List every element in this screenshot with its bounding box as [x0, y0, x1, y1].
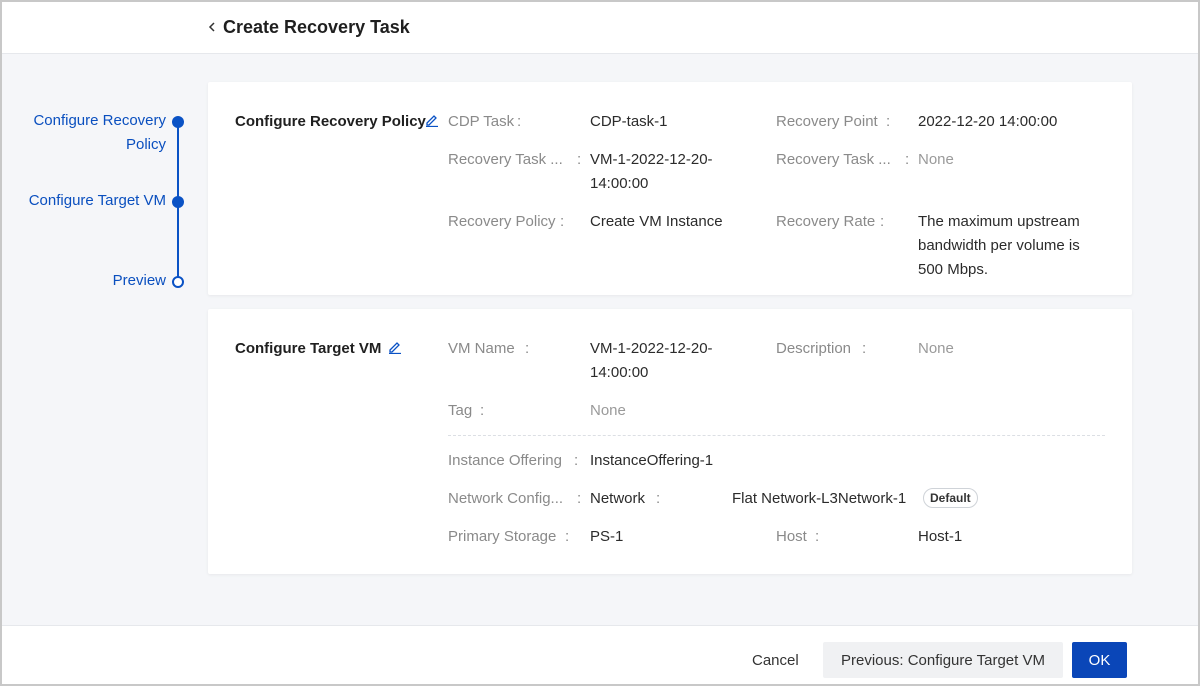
primary-storage-label: Primary Storage — [448, 528, 557, 545]
recovery-task-desc-value: None — [918, 151, 954, 168]
value-line: VM-1-2022-12-20- — [590, 340, 713, 357]
recovery-policy-card: Configure Recovery Policy CDP Task : CDP… — [208, 82, 1132, 295]
colon: : — [815, 528, 820, 545]
cdp-task-value: CDP-task-1 — [590, 113, 668, 130]
host-label: Host — [776, 528, 807, 545]
value-line: The maximum upstream — [918, 213, 1080, 230]
tag-label: Tag — [448, 402, 473, 419]
colon: : — [565, 528, 570, 545]
host-value: Host-1 — [918, 528, 963, 545]
recovery-policy-label: Recovery Policy — [448, 213, 556, 230]
chevron-left-icon[interactable] — [204, 16, 220, 38]
edit-icon[interactable] — [425, 113, 439, 127]
colon: : — [862, 340, 867, 357]
recovery-task-desc-label: Recovery Task ... — [776, 151, 891, 168]
target-vm-card: Configure Target VM VM Name : VM-1-2022-… — [208, 309, 1132, 574]
step-dot-recovery-policy — [172, 116, 184, 128]
value-line: VM-1-2022-12-20- — [590, 151, 713, 168]
step-configure-recovery-policy[interactable]: Configure Recovery Policy — [33, 109, 166, 157]
value-line: 14:00:00 — [590, 175, 649, 192]
primary-storage-value: PS-1 — [590, 528, 624, 545]
colon: : — [574, 452, 579, 469]
colon: : — [480, 402, 485, 419]
recovery-policy-value: Create VM Instance — [590, 213, 723, 230]
step-dot-target-vm — [172, 196, 184, 208]
recovery-rate-label: Recovery Rate — [776, 213, 876, 230]
colon: : — [525, 340, 530, 357]
recovery-rate-value: The maximum upstream bandwidth per volum… — [918, 210, 1080, 282]
target-vm-title: Configure Target VM — [235, 340, 382, 357]
network-value: Flat Network-L3Network-1 — [732, 490, 907, 507]
vm-name-label: VM Name — [448, 340, 515, 357]
recovery-point-label: Recovery Point — [776, 113, 878, 130]
tag-value: None — [590, 402, 626, 419]
description-value: None — [918, 340, 954, 357]
colon: : — [517, 113, 522, 130]
value-line: 14:00:00 — [590, 364, 649, 381]
value-line: 500 Mbps. — [918, 261, 989, 278]
cdp-task-label: CDP Task — [448, 113, 515, 130]
instance-offering-label: Instance Offering — [448, 452, 562, 469]
step-preview[interactable]: Preview — [113, 269, 166, 293]
page-title: Create Recovery Task — [223, 17, 410, 37]
app-window: Create Recovery Task Configure Recovery … — [0, 0, 1200, 686]
recovery-policy-title: Configure Recovery Policy — [235, 113, 426, 130]
default-badge: Default — [923, 488, 978, 508]
vm-name-value: VM-1-2022-12-20- 14:00:00 — [590, 337, 713, 385]
previous-button[interactable]: Previous: Configure Target VM — [823, 642, 1063, 678]
network-config-label: Network Config... — [448, 490, 564, 507]
step-configure-target-vm[interactable]: Configure Target VM — [29, 189, 166, 213]
network-label: Network — [590, 490, 646, 507]
colon: : — [577, 490, 582, 507]
description-label: Description — [776, 340, 852, 357]
value-line: bandwidth per volume is — [918, 237, 1080, 254]
colon: : — [886, 113, 891, 130]
step-navigator: Configure Recovery Policy Configure Targ… — [2, 2, 202, 302]
step-label-line1: Configure Recovery — [33, 112, 166, 129]
divider — [448, 435, 1105, 436]
recovery-task-name-value: VM-1-2022-12-20- 14:00:00 — [590, 148, 713, 196]
step-dot-preview — [172, 276, 184, 288]
ok-button[interactable]: OK — [1072, 642, 1127, 678]
footer-bar: Cancel Previous: Configure Target VM OK — [2, 625, 1198, 684]
edit-icon[interactable] — [388, 340, 402, 354]
instance-offering-value: InstanceOffering-1 — [590, 452, 714, 469]
step-label-line2: Policy — [125, 136, 166, 153]
colon: : — [560, 213, 565, 230]
recovery-task-name-label: Recovery Task ... — [448, 151, 563, 168]
colon: : — [656, 490, 661, 507]
cancel-button[interactable]: Cancel — [738, 642, 813, 678]
recovery-point-value: 2022-12-20 14:00:00 — [918, 113, 1058, 130]
colon: : — [905, 151, 910, 168]
colon: : — [577, 151, 582, 168]
colon: : — [880, 213, 885, 230]
